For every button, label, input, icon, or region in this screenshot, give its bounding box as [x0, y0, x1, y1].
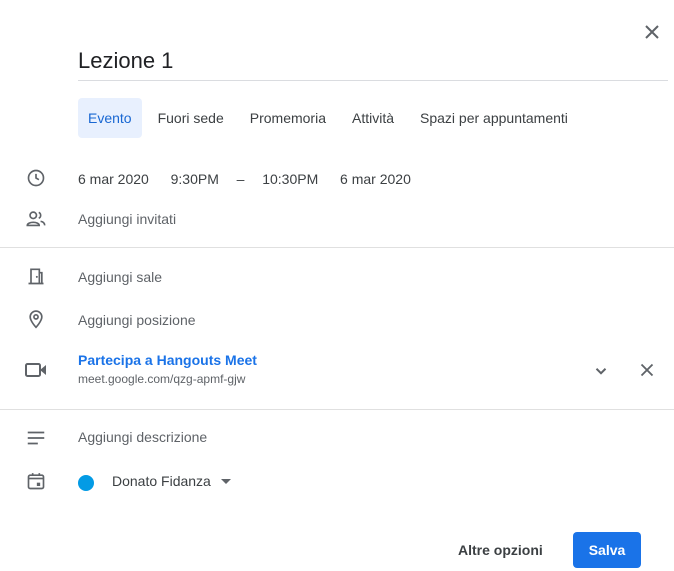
add-rooms-field[interactable]: Aggiungi sale — [78, 269, 162, 285]
calendar-icon — [27, 473, 45, 490]
start-date[interactable]: 6 mar 2020 — [78, 171, 149, 187]
add-description-field[interactable]: Aggiungi descrizione — [78, 429, 207, 445]
tab-spazi-appuntamenti[interactable]: Spazi per appuntamenti — [410, 98, 578, 138]
calendar-owner-name: Donato Fidanza — [112, 473, 211, 489]
tab-attivita[interactable]: Attività — [342, 98, 404, 138]
tab-fuori-sede[interactable]: Fuori sede — [148, 98, 234, 138]
join-meet-link[interactable]: Partecipa a Hangouts Meet — [78, 352, 257, 368]
people-icon — [26, 211, 46, 227]
end-date[interactable]: 6 mar 2020 — [340, 171, 411, 187]
calendar-color-dot — [78, 475, 94, 491]
chevron-down-icon[interactable] — [592, 362, 610, 380]
location-pin-icon — [29, 310, 43, 329]
add-location-field[interactable]: Aggiungi posizione — [78, 312, 196, 328]
calendar-owner-select[interactable]: Donato Fidanza — [112, 473, 231, 489]
event-type-tabs: Evento Fuori sede Promemoria Attività Sp… — [78, 98, 584, 138]
end-time[interactable]: 10:30PM — [262, 171, 318, 187]
datetime-row: 6 mar 2020 9:30PM – 10:30PM 6 mar 2020 — [78, 171, 411, 187]
more-options-button[interactable]: Altre opzioni — [448, 532, 553, 568]
close-icon[interactable] — [640, 20, 664, 44]
tab-promemoria[interactable]: Promemoria — [240, 98, 336, 138]
add-guests-field[interactable]: Aggiungi invitati — [78, 211, 176, 227]
time-separator: – — [236, 171, 245, 187]
description-lines-icon — [27, 431, 45, 445]
save-button[interactable]: Salva — [573, 532, 641, 568]
event-title-input[interactable]: Lezione 1 — [78, 48, 668, 81]
remove-meet-icon[interactable] — [636, 359, 658, 381]
divider — [0, 247, 674, 248]
door-icon — [28, 268, 44, 285]
video-camera-icon — [25, 363, 46, 377]
meet-url: meet.google.com/qzg-apmf-gjw — [78, 372, 246, 386]
start-time[interactable]: 9:30PM — [171, 171, 219, 187]
tab-evento[interactable]: Evento — [78, 98, 142, 138]
clock-icon — [27, 169, 45, 187]
caret-down-icon — [220, 479, 231, 485]
divider — [0, 409, 674, 410]
